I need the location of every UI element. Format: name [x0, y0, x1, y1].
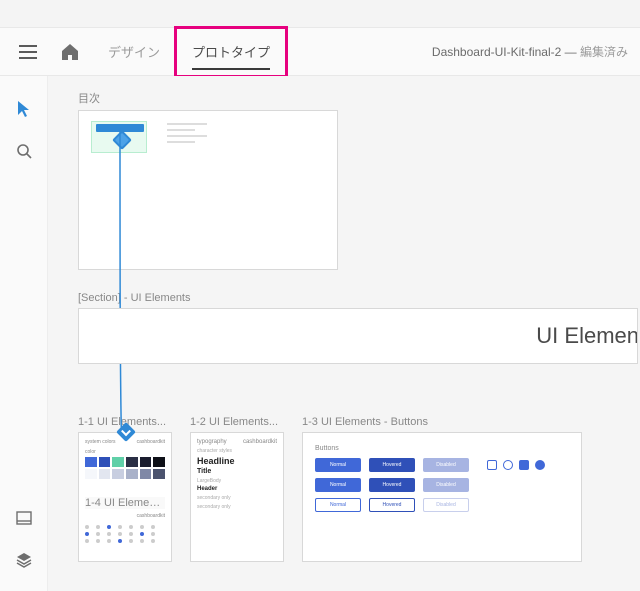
artboard-label-toc[interactable]: 目次 [78, 90, 640, 106]
thumb-col-3: 1-3 UI Elements - Buttons Buttons Normal… [302, 416, 582, 562]
thumb-col-1: 1-1 UI Elements... system colorscashboar… [78, 416, 172, 562]
layers-tool[interactable] [0, 539, 48, 581]
home-button[interactable] [48, 28, 92, 76]
artboard-label-1-2[interactable]: 1-2 UI Elements... [190, 416, 284, 428]
hamburger-menu-button[interactable] [8, 28, 48, 76]
artboard-label-1-4[interactable]: 1-4 UI Elements... [85, 497, 165, 509]
tab-design[interactable]: デザイン [92, 28, 176, 76]
button-sample: Normal [315, 498, 361, 512]
thumb-col-2: 1-2 UI Elements... typographycashboardki… [190, 416, 284, 562]
button-sample: Normal [315, 478, 361, 492]
artboard-1-1[interactable]: system colorscashboardkit color 1-4 UI E… [78, 432, 172, 562]
button-sample: Hovered [369, 498, 415, 512]
prototype-home-icon[interactable] [112, 130, 132, 150]
button-sample: Hovered [369, 458, 415, 472]
artboard-section[interactable]: UI Elemen [78, 308, 638, 364]
button-sample: Disabled [423, 498, 469, 512]
button-sample: Hovered [369, 478, 415, 492]
button-sample: Disabled [423, 458, 469, 472]
search-tool[interactable] [0, 130, 48, 172]
canvas[interactable]: 目次 [Section] - UI Elements UI Elemen 1-1… [48, 76, 640, 591]
artboard-tool[interactable] [0, 497, 48, 539]
section-heading: UI Elemen [536, 323, 638, 349]
document-title: Dashboard-UI-Kit-final-2 — 編集済み [432, 43, 632, 60]
tool-sidebar [0, 76, 48, 591]
document-name: Dashboard-UI-Kit-final-2 [432, 45, 561, 59]
tab-prototype[interactable]: プロトタイプ [176, 28, 286, 76]
window-titlebar [0, 0, 640, 28]
document-status: 編集済み [580, 45, 628, 59]
artboard-label-section[interactable]: [Section] - UI Elements [78, 292, 640, 304]
artboard-1-3[interactable]: Buttons Normal Hovered Disabled Normal H… [302, 432, 582, 562]
artboard-label-1-3[interactable]: 1-3 UI Elements - Buttons [302, 416, 582, 428]
button-sample: Disabled [423, 478, 469, 492]
artboard-toc[interactable] [78, 110, 338, 270]
artboard-1-2[interactable]: typographycashboardkit character styles … [190, 432, 284, 562]
select-tool[interactable] [0, 88, 48, 130]
main-toolbar: デザイン プロトタイプ Dashboard-UI-Kit-final-2 — 編… [0, 28, 640, 76]
toc-home-region [91, 121, 147, 153]
toc-text-lines [167, 123, 207, 147]
button-sample: Normal [315, 458, 361, 472]
